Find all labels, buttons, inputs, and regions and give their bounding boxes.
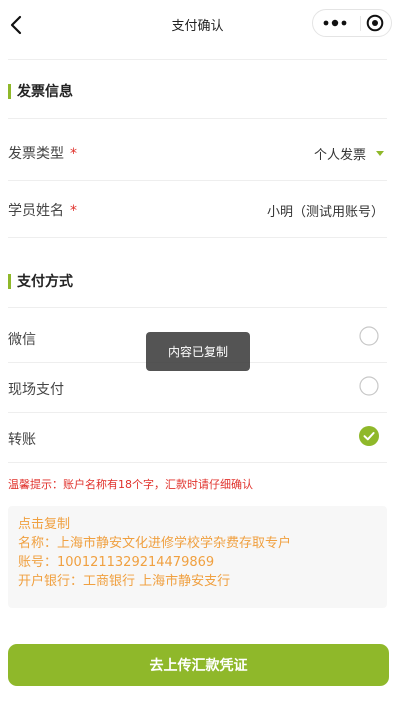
divider — [8, 412, 387, 413]
section-accent-bar — [8, 273, 11, 289]
divider — [8, 462, 387, 463]
account-number: 账号：1001211329214479869 — [18, 555, 215, 570]
required-mark: * — [70, 203, 77, 219]
copied-toast: 内容已复制 — [146, 332, 250, 371]
radio-unchecked-icon[interactable] — [359, 326, 379, 346]
divider — [8, 118, 387, 119]
copy-action-text[interactable]: 点击复制 — [18, 515, 377, 534]
dropdown-triangle-icon — [376, 151, 384, 156]
invoice-type-label-text: 发票类型 — [8, 146, 64, 162]
section-accent-bar — [8, 83, 11, 99]
payment-section-title: 支付方式 — [8, 271, 73, 291]
account-name: 名称：上海市静安文化进修学校学杂费存取专户 — [18, 536, 292, 551]
required-mark: * — [70, 146, 77, 162]
bank-name: 开户银行：工商银行 上海市静安支行 — [18, 574, 231, 589]
capsule-divider — [360, 16, 361, 31]
invoice-section-label: 发票信息 — [17, 84, 73, 100]
divider — [8, 59, 387, 60]
invoice-type-label: 发票类型 * — [8, 143, 77, 163]
close-circle-icon[interactable] — [366, 14, 384, 32]
divider — [8, 180, 387, 181]
radio-unchecked-icon[interactable] — [359, 376, 379, 396]
mini-program-capsule — [312, 9, 392, 37]
student-name-label-text: 学员姓名 — [8, 203, 64, 219]
student-name-value: 小明（测试用账号） — [266, 205, 384, 220]
more-dots-icon[interactable] — [321, 16, 349, 30]
warm-tip: 温馨提示：账户名称有18个字，汇款时请仔细确认 — [8, 478, 253, 491]
upload-receipt-button[interactable]: 去上传汇款凭证 — [8, 644, 389, 686]
divider — [8, 307, 387, 308]
bank-info-copy-box[interactable]: 点击复制 名称：上海市静安文化进修学校学杂费存取专户 账号：1001211329… — [8, 506, 387, 608]
payment-option-wechat[interactable]: 微信 — [8, 329, 36, 349]
payment-section-label: 支付方式 — [17, 274, 73, 290]
student-name-label: 学员姓名 * — [8, 200, 77, 220]
divider — [8, 237, 387, 238]
invoice-type-value: 个人发票 — [313, 148, 366, 163]
radio-checked-icon[interactable] — [359, 426, 379, 446]
payment-option-transfer[interactable]: 转账 — [8, 429, 36, 449]
invoice-type-select[interactable]: 个人发票 — [314, 144, 384, 163]
payment-option-onsite[interactable]: 现场支付 — [8, 379, 64, 399]
nav-bar: 支付确认 — [0, 0, 395, 52]
invoice-section-title: 发票信息 — [8, 81, 73, 101]
